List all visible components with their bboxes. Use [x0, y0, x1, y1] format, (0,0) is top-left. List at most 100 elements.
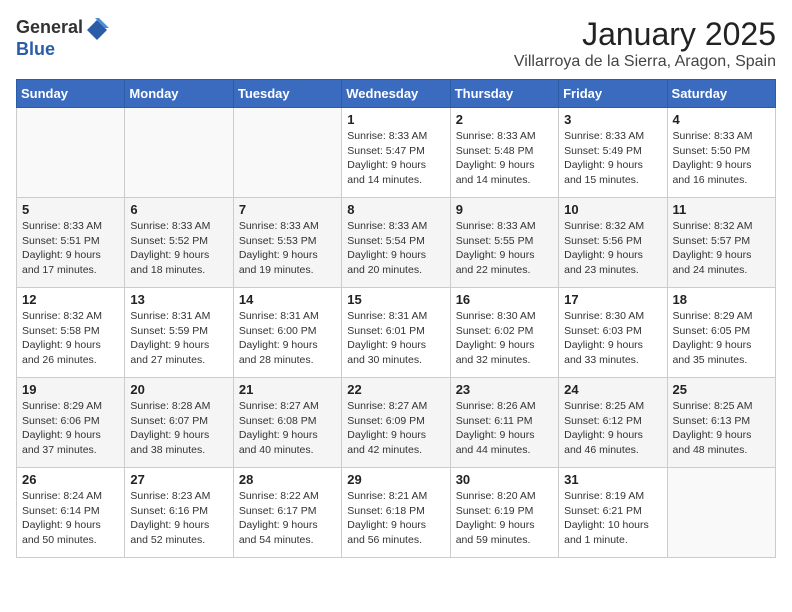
month-title: January 2025 [514, 16, 776, 53]
calendar-cell: 21 Sunrise: 8:27 AM Sunset: 6:08 PM Dayl… [233, 378, 341, 468]
daylight-text: Daylight: 9 hours and 14 minutes. [456, 159, 535, 186]
sunrise-text: Sunrise: 8:30 AM [456, 310, 536, 322]
calendar-week-row: 12 Sunrise: 8:32 AM Sunset: 5:58 PM Dayl… [17, 288, 776, 378]
day-number: 10 [564, 202, 661, 217]
calendar-cell [125, 108, 233, 198]
daylight-text: Daylight: 9 hours and 35 minutes. [673, 339, 752, 366]
logo-blue-text: Blue [16, 39, 55, 59]
daylight-text: Daylight: 9 hours and 19 minutes. [239, 249, 318, 276]
day-detail: Sunrise: 8:30 AM Sunset: 6:03 PM Dayligh… [564, 309, 661, 368]
sunset-text: Sunset: 5:49 PM [564, 145, 642, 157]
day-number: 27 [130, 472, 227, 487]
sunset-text: Sunset: 6:16 PM [130, 505, 208, 517]
sunset-text: Sunset: 6:11 PM [456, 415, 533, 427]
day-number: 21 [239, 382, 336, 397]
sunset-text: Sunset: 6:07 PM [130, 415, 208, 427]
calendar-cell: 13 Sunrise: 8:31 AM Sunset: 5:59 PM Dayl… [125, 288, 233, 378]
sunrise-text: Sunrise: 8:29 AM [22, 400, 102, 412]
daylight-text: Daylight: 9 hours and 28 minutes. [239, 339, 318, 366]
day-number: 28 [239, 472, 336, 487]
calendar-cell: 30 Sunrise: 8:20 AM Sunset: 6:19 PM Dayl… [450, 468, 558, 558]
daylight-text: Daylight: 9 hours and 23 minutes. [564, 249, 643, 276]
daylight-text: Daylight: 9 hours and 22 minutes. [456, 249, 535, 276]
daylight-text: Daylight: 9 hours and 46 minutes. [564, 429, 643, 456]
sunset-text: Sunset: 6:05 PM [673, 325, 751, 337]
day-number: 16 [456, 292, 553, 307]
day-detail: Sunrise: 8:25 AM Sunset: 6:13 PM Dayligh… [673, 399, 770, 458]
weekday-header: Sunday [17, 80, 125, 108]
day-number: 19 [22, 382, 119, 397]
day-number: 20 [130, 382, 227, 397]
day-number: 26 [22, 472, 119, 487]
daylight-text: Daylight: 9 hours and 15 minutes. [564, 159, 643, 186]
day-detail: Sunrise: 8:32 AM Sunset: 5:57 PM Dayligh… [673, 219, 770, 278]
sunset-text: Sunset: 6:18 PM [347, 505, 425, 517]
sunset-text: Sunset: 6:14 PM [22, 505, 100, 517]
calendar-cell: 11 Sunrise: 8:32 AM Sunset: 5:57 PM Dayl… [667, 198, 775, 288]
sunrise-text: Sunrise: 8:26 AM [456, 400, 536, 412]
sunrise-text: Sunrise: 8:27 AM [347, 400, 427, 412]
sunset-text: Sunset: 6:06 PM [22, 415, 100, 427]
daylight-text: Daylight: 9 hours and 48 minutes. [673, 429, 752, 456]
calendar-cell: 1 Sunrise: 8:33 AM Sunset: 5:47 PM Dayli… [342, 108, 450, 198]
sunrise-text: Sunrise: 8:32 AM [564, 220, 644, 232]
day-detail: Sunrise: 8:33 AM Sunset: 5:53 PM Dayligh… [239, 219, 336, 278]
sunset-text: Sunset: 5:55 PM [456, 235, 534, 247]
daylight-text: Daylight: 9 hours and 17 minutes. [22, 249, 101, 276]
sunrise-text: Sunrise: 8:33 AM [347, 220, 427, 232]
day-number: 1 [347, 112, 444, 127]
day-number: 8 [347, 202, 444, 217]
sunrise-text: Sunrise: 8:30 AM [564, 310, 644, 322]
day-number: 17 [564, 292, 661, 307]
day-detail: Sunrise: 8:32 AM Sunset: 5:58 PM Dayligh… [22, 309, 119, 368]
calendar-cell: 16 Sunrise: 8:30 AM Sunset: 6:02 PM Dayl… [450, 288, 558, 378]
day-number: 3 [564, 112, 661, 127]
sunrise-text: Sunrise: 8:23 AM [130, 490, 210, 502]
calendar-cell: 12 Sunrise: 8:32 AM Sunset: 5:58 PM Dayl… [17, 288, 125, 378]
sunset-text: Sunset: 5:50 PM [673, 145, 751, 157]
sunset-text: Sunset: 5:47 PM [347, 145, 425, 157]
daylight-text: Daylight: 9 hours and 33 minutes. [564, 339, 643, 366]
sunset-text: Sunset: 5:51 PM [22, 235, 100, 247]
daylight-text: Daylight: 9 hours and 26 minutes. [22, 339, 101, 366]
sunset-text: Sunset: 6:01 PM [347, 325, 425, 337]
daylight-text: Daylight: 9 hours and 42 minutes. [347, 429, 426, 456]
daylight-text: Daylight: 9 hours and 27 minutes. [130, 339, 209, 366]
calendar-cell: 10 Sunrise: 8:32 AM Sunset: 5:56 PM Dayl… [559, 198, 667, 288]
day-detail: Sunrise: 8:27 AM Sunset: 6:09 PM Dayligh… [347, 399, 444, 458]
sunset-text: Sunset: 5:48 PM [456, 145, 534, 157]
sunrise-text: Sunrise: 8:24 AM [22, 490, 102, 502]
calendar-cell: 9 Sunrise: 8:33 AM Sunset: 5:55 PM Dayli… [450, 198, 558, 288]
daylight-text: Daylight: 9 hours and 44 minutes. [456, 429, 535, 456]
day-number: 23 [456, 382, 553, 397]
day-detail: Sunrise: 8:20 AM Sunset: 6:19 PM Dayligh… [456, 489, 553, 548]
sunrise-text: Sunrise: 8:19 AM [564, 490, 644, 502]
sunrise-text: Sunrise: 8:33 AM [347, 130, 427, 142]
calendar-cell: 7 Sunrise: 8:33 AM Sunset: 5:53 PM Dayli… [233, 198, 341, 288]
day-number: 18 [673, 292, 770, 307]
sunrise-text: Sunrise: 8:25 AM [564, 400, 644, 412]
calendar-cell: 14 Sunrise: 8:31 AM Sunset: 6:00 PM Dayl… [233, 288, 341, 378]
daylight-text: Daylight: 9 hours and 14 minutes. [347, 159, 426, 186]
logo-icon [85, 16, 109, 40]
sunset-text: Sunset: 5:58 PM [22, 325, 100, 337]
daylight-text: Daylight: 9 hours and 59 minutes. [456, 519, 535, 546]
day-number: 29 [347, 472, 444, 487]
sunrise-text: Sunrise: 8:32 AM [673, 220, 753, 232]
day-detail: Sunrise: 8:33 AM Sunset: 5:47 PM Dayligh… [347, 129, 444, 188]
daylight-text: Daylight: 9 hours and 56 minutes. [347, 519, 426, 546]
sunset-text: Sunset: 5:53 PM [239, 235, 317, 247]
day-number: 13 [130, 292, 227, 307]
day-detail: Sunrise: 8:29 AM Sunset: 6:06 PM Dayligh… [22, 399, 119, 458]
daylight-text: Daylight: 9 hours and 40 minutes. [239, 429, 318, 456]
day-detail: Sunrise: 8:24 AM Sunset: 6:14 PM Dayligh… [22, 489, 119, 548]
sunset-text: Sunset: 5:54 PM [347, 235, 425, 247]
sunset-text: Sunset: 6:13 PM [673, 415, 751, 427]
day-number: 15 [347, 292, 444, 307]
calendar-cell: 4 Sunrise: 8:33 AM Sunset: 5:50 PM Dayli… [667, 108, 775, 198]
daylight-text: Daylight: 9 hours and 50 minutes. [22, 519, 101, 546]
sunrise-text: Sunrise: 8:33 AM [22, 220, 102, 232]
calendar-cell: 20 Sunrise: 8:28 AM Sunset: 6:07 PM Dayl… [125, 378, 233, 468]
sunrise-text: Sunrise: 8:33 AM [456, 130, 536, 142]
calendar-table: SundayMondayTuesdayWednesdayThursdayFrid… [16, 79, 776, 558]
